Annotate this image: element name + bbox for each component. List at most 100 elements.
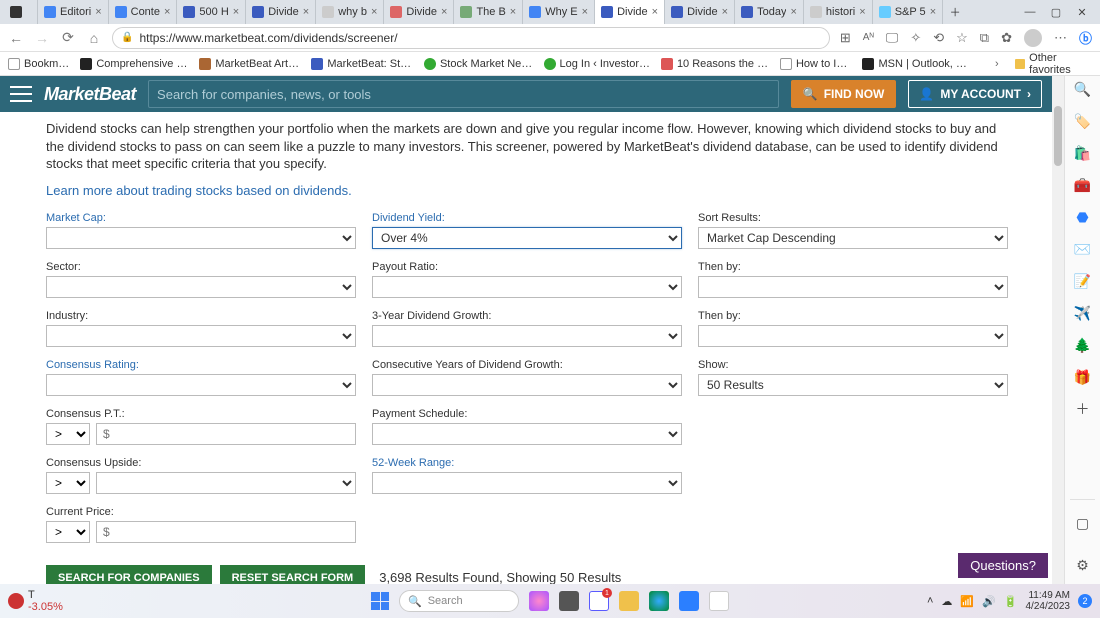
tab-4[interactable]: Divide×	[246, 0, 316, 24]
translate-icon[interactable]: ✧	[910, 30, 921, 46]
tab-10[interactable]: Divide×	[665, 0, 735, 24]
bookmark-item[interactable]: Stock Market News,…	[424, 58, 534, 70]
search-companies-button[interactable]: SEARCH FOR COMPANIES	[46, 565, 212, 584]
consecutive-years-select[interactable]	[372, 374, 682, 396]
questions-button[interactable]: Questions?	[958, 553, 1048, 578]
then-by-1-select[interactable]	[698, 276, 1008, 298]
gift-icon[interactable]: 🎁	[1074, 368, 1092, 386]
tab-12[interactable]: histori×	[804, 0, 873, 24]
window-minimize-icon[interactable]: —	[1024, 6, 1036, 18]
my-account-button[interactable]: 👤MY ACCOUNT›	[908, 80, 1042, 108]
consensus-rating-select[interactable]	[46, 374, 356, 396]
window-maximize-icon[interactable]: ▢	[1050, 6, 1062, 19]
bookmark-item[interactable]: Bookmarks	[8, 58, 70, 70]
tab-close-icon[interactable]: ×	[371, 6, 377, 18]
tab-3[interactable]: 500 H×	[177, 0, 246, 24]
other-favorites[interactable]: Other favorites	[1015, 52, 1092, 76]
start-button[interactable]	[371, 592, 389, 610]
tab-5[interactable]: why b×	[316, 0, 384, 24]
favorite-icon[interactable]: ☆	[956, 30, 968, 46]
bookmark-item[interactable]: MSN | Outlook, Offi…	[862, 58, 969, 70]
site-logo[interactable]: MarketBeat	[44, 84, 136, 105]
panel-toggle-icon[interactable]: ▢	[1074, 514, 1092, 532]
consensus-pt-input[interactable]	[96, 423, 356, 445]
search-icon[interactable]: 🔍	[1074, 80, 1092, 98]
page-scrollbar[interactable]	[1052, 76, 1064, 584]
scrollbar-thumb[interactable]	[1054, 106, 1062, 166]
profile-icon[interactable]	[1024, 29, 1042, 47]
tab-7[interactable]: The B×	[454, 0, 523, 24]
home-button[interactable]: ⌂	[86, 30, 102, 46]
tab-active[interactable]: Divide×	[595, 0, 665, 24]
reader-icon[interactable]: 🖵	[886, 30, 899, 46]
outlook-icon[interactable]: ✉️	[1074, 240, 1092, 258]
consensus-upside-op-select[interactable]: >	[46, 472, 90, 494]
bookmark-item[interactable]: MarketBeat Article…	[199, 58, 301, 70]
app-taskview-icon[interactable]	[559, 591, 579, 611]
tab-close-icon[interactable]: ×	[859, 6, 865, 18]
site-search-input[interactable]: Search for companies, news, or tools	[148, 80, 779, 108]
plus-icon[interactable]: ＋	[1074, 400, 1092, 418]
bing-icon[interactable]: ⓑ	[1079, 28, 1092, 47]
tab-close-icon[interactable]: ×	[95, 6, 101, 18]
consensus-upside-select[interactable]	[96, 472, 356, 494]
dividend-yield-select[interactable]: Over 4%	[372, 227, 682, 249]
tab-close-icon[interactable]: ×	[303, 6, 309, 18]
tab-2[interactable]: Conte×	[109, 0, 178, 24]
find-now-button[interactable]: 🔍FIND NOW	[791, 80, 897, 108]
notification-badge[interactable]: 2	[1078, 594, 1092, 608]
extension-icon[interactable]: ✿	[1001, 30, 1012, 46]
tab-close-icon[interactable]: ×	[441, 6, 447, 18]
tab-8[interactable]: Why E×	[523, 0, 595, 24]
send-icon[interactable]: ✈️	[1074, 304, 1092, 322]
market-cap-select[interactable]	[46, 227, 356, 249]
tab-close-icon[interactable]: ×	[930, 6, 936, 18]
app-store-icon[interactable]	[679, 591, 699, 611]
reset-form-button[interactable]: RESET SEARCH FORM	[220, 565, 366, 584]
bookmark-item[interactable]: 10 Reasons the Cry…	[661, 58, 770, 70]
bookmarks-overflow-icon[interactable]: ›	[989, 58, 1005, 70]
tab-11[interactable]: Today×	[735, 0, 804, 24]
tools-icon[interactable]: 🧰	[1074, 176, 1092, 194]
tree-icon[interactable]: 🌲	[1074, 336, 1092, 354]
url-input[interactable]: 🔒 https://www.marketbeat.com/dividends/s…	[112, 27, 830, 49]
tab-close-icon[interactable]: ×	[652, 6, 658, 18]
week-range-select[interactable]	[372, 472, 682, 494]
tray-cloud-icon[interactable]: ☁	[941, 595, 952, 608]
tab-close-icon[interactable]: ×	[722, 6, 728, 18]
sector-select[interactable]	[46, 276, 356, 298]
tab-close-icon[interactable]: ×	[233, 6, 239, 18]
collections-icon[interactable]: ⧉	[980, 30, 989, 46]
payment-schedule-select[interactable]	[372, 423, 682, 445]
notes-icon[interactable]: 📝	[1074, 272, 1092, 290]
clock[interactable]: 11:49 AM 4/24/2023	[1026, 590, 1071, 612]
new-tab-button[interactable]: ＋	[943, 0, 967, 24]
read-aloud-icon[interactable]: Aᴺ	[863, 32, 874, 43]
bookmark-item[interactable]: How to Invest	[780, 58, 853, 70]
then-by-2-select[interactable]	[698, 325, 1008, 347]
taskbar-search[interactable]: 🔍Search	[399, 590, 519, 612]
payout-ratio-select[interactable]	[372, 276, 682, 298]
tray-battery-icon[interactable]: 🔋	[1004, 595, 1018, 608]
tab-close-icon[interactable]: ×	[582, 6, 588, 18]
weather-widget[interactable]: T -3.05%	[8, 589, 63, 613]
current-price-op-select[interactable]: >	[46, 521, 90, 543]
forward-button[interactable]: →	[34, 30, 50, 46]
tab-close-icon[interactable]: ×	[510, 6, 516, 18]
more-icon[interactable]: ⋯	[1054, 30, 1067, 46]
industry-select[interactable]	[46, 325, 356, 347]
sort-results-select[interactable]: Market Cap Descending	[698, 227, 1008, 249]
learn-more-link[interactable]: Learn more about trading stocks based on…	[46, 183, 1006, 198]
refresh-button[interactable]: ⟳	[60, 30, 76, 46]
tab-6[interactable]: Divide×	[384, 0, 454, 24]
tab-0[interactable]	[4, 0, 38, 24]
current-price-input[interactable]	[96, 521, 356, 543]
tab-close-icon[interactable]: ×	[790, 6, 796, 18]
show-select[interactable]: 50 Results	[698, 374, 1008, 396]
back-button[interactable]: ←	[8, 30, 24, 46]
gear-icon[interactable]: ⚙	[1074, 556, 1092, 574]
app-edge-icon[interactable]	[649, 591, 669, 611]
bookmark-item[interactable]: MarketBeat: Stock…	[311, 58, 414, 70]
tray-wifi-icon[interactable]: 📶	[960, 595, 974, 608]
tab-close-icon[interactable]: ×	[164, 6, 170, 18]
